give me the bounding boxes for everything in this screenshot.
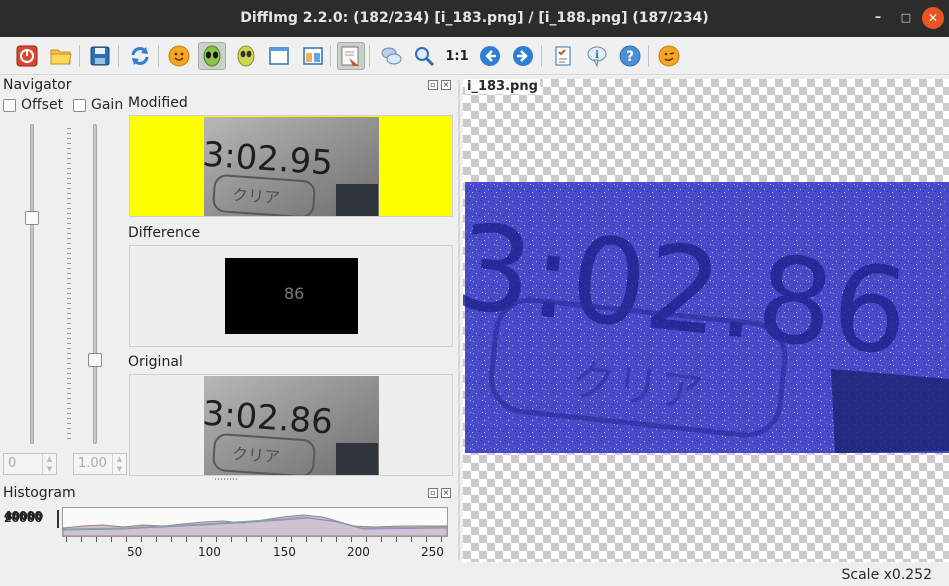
dock-close-icon[interactable]: ×: [441, 488, 451, 498]
image-filename: i_183.png: [465, 79, 540, 94]
highlight-icon[interactable]: [337, 42, 365, 70]
svg-text:?: ?: [626, 49, 634, 65]
histogram-y-labels: 40000 80000 20000: [4, 509, 60, 527]
hist-x-label-250: 250: [421, 545, 444, 559]
title-bar: DiffImg 2.2.0: (182/234) [i_183.png] / […: [0, 0, 949, 37]
gain-value: 1.00: [78, 456, 107, 471]
spin-arrows-icon[interactable]: ▲ ▼: [112, 454, 126, 474]
float-icon[interactable]: ▫: [428, 488, 438, 498]
minimize-button[interactable]: –: [866, 6, 890, 30]
histogram-title: Histogram: [3, 485, 76, 501]
maximize-button[interactable]: □: [894, 6, 918, 30]
navigator-title: Navigator: [3, 77, 72, 93]
hist-x-ticks: [66, 537, 446, 542]
difference-label: Difference: [128, 225, 201, 241]
float-icon[interactable]: ▫: [428, 80, 438, 90]
gain-spinbox[interactable]: 1.00 ▲ ▼: [73, 453, 127, 475]
original-label: Original: [128, 354, 183, 370]
offset-spinbox[interactable]: 0 ▲ ▼: [3, 453, 57, 475]
smiley-icon[interactable]: [165, 42, 193, 70]
save-icon[interactable]: [86, 42, 114, 70]
alien-icon[interactable]: [232, 42, 260, 70]
modified-view[interactable]: 3:02.95 クリア: [129, 115, 453, 217]
navigator-dock-buttons: ▫ ×: [428, 80, 451, 90]
spin-arrows-icon[interactable]: ▲ ▼: [42, 454, 56, 474]
dual-view-icon[interactable]: [299, 42, 327, 70]
status-bar: Scale x0.252: [0, 564, 949, 586]
power-icon[interactable]: [13, 42, 41, 70]
offset-slider-groove[interactable]: [30, 124, 34, 444]
hist-y-label-3: 20000: [4, 512, 43, 525]
offset-checkbox[interactable]: [3, 99, 16, 112]
offset-value: 0: [8, 456, 17, 471]
chat-icon[interactable]: [377, 42, 405, 70]
zoom-fit-icon[interactable]: [410, 42, 438, 70]
open-folder-icon[interactable]: [47, 42, 75, 70]
hist-x-label-100: 100: [198, 545, 221, 559]
gain-slider-ticks: [67, 128, 71, 440]
alien-active-icon[interactable]: [198, 42, 226, 70]
single-view-icon[interactable]: [265, 42, 293, 70]
hist-x-label-200: 200: [347, 545, 370, 559]
modified-label: Modified: [128, 95, 188, 111]
gain-slider-handle[interactable]: [88, 353, 102, 367]
original-view[interactable]: 3:02.86 クリア: [129, 374, 453, 476]
main-splitter[interactable]: [458, 80, 460, 560]
next-icon[interactable]: [509, 42, 537, 70]
modified-button-text: クリア: [231, 185, 280, 207]
svg-text:i: i: [595, 50, 599, 61]
zoom-one-icon[interactable]: 1:1: [443, 42, 471, 70]
refresh-icon[interactable]: [126, 42, 154, 70]
info-icon[interactable]: i: [583, 42, 611, 70]
gain-slider-groove[interactable]: [93, 124, 97, 444]
offset-label: Offset: [21, 97, 64, 113]
histogram-dock-buttons: ▫ ×: [428, 488, 451, 498]
window-title: DiffImg 2.2.0: (182/234) [i_183.png] / […: [240, 10, 709, 26]
hist-x-label-50: 50: [127, 545, 143, 559]
hist-y-axis: [57, 510, 60, 528]
checklist-icon[interactable]: [549, 42, 577, 70]
offset-slider-handle[interactable]: [25, 211, 39, 225]
previous-icon[interactable]: [476, 42, 504, 70]
toolbar: 1:1 i ?: [0, 37, 949, 75]
difference-text: 86: [284, 284, 304, 303]
gain-checkbox[interactable]: [73, 99, 86, 112]
dock-close-icon[interactable]: ×: [441, 80, 451, 90]
image-view[interactable]: 3:02.86 クリア: [463, 79, 949, 562]
difference-view[interactable]: 86: [129, 245, 453, 347]
help-icon[interactable]: ?: [616, 42, 644, 70]
about-icon[interactable]: [655, 42, 683, 70]
gain-label: Gain: [91, 97, 124, 113]
hist-x-label-150: 150: [273, 545, 296, 559]
histogram-plot: [62, 507, 448, 537]
close-button[interactable]: ✕: [922, 7, 944, 29]
splitter-handle[interactable]: [215, 478, 237, 480]
scale-readout: Scale x0.252: [841, 567, 932, 583]
original-button-text: クリア: [231, 444, 280, 466]
